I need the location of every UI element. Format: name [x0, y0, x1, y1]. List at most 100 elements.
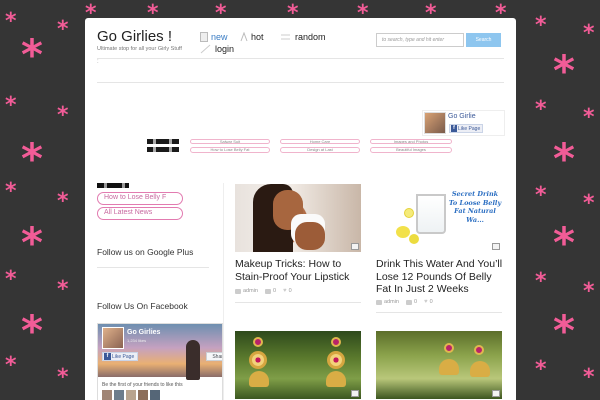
star-pattern: *	[535, 183, 547, 208]
post-thumbnail[interactable]	[376, 331, 502, 399]
star-pattern: *	[535, 97, 547, 122]
tags-strip-icon	[147, 139, 179, 144]
tag-link[interactable]: Home Care	[280, 139, 360, 144]
sidebar-pill-link[interactable]: All Latest News	[97, 207, 183, 220]
nav-random[interactable]: random	[280, 32, 326, 42]
tagline-mark: :	[97, 59, 99, 65]
header-divider-2	[97, 82, 504, 83]
post-title[interactable]: Drink This Water And You’ll Lose 12 Poun…	[376, 258, 506, 296]
nav-hot-label: hot	[251, 32, 264, 42]
facebook-mini-widget[interactable]: Go Girlie Like Page	[422, 110, 505, 136]
fb-page-avatar	[424, 112, 446, 134]
thumbnail-text: Secret Drink To Loose Belly Fat Natural …	[448, 190, 502, 224]
star-pattern: *	[553, 306, 575, 355]
cover-silhouette	[186, 340, 200, 380]
post-thumbnail[interactable]	[235, 184, 361, 252]
nav-login-label: login	[215, 44, 235, 54]
sidebar-strip-icon	[97, 183, 129, 188]
star-pattern: *	[57, 277, 69, 302]
star-pattern: *	[535, 269, 547, 294]
fb-page-avatar	[102, 327, 124, 349]
google-plus-heading: Follow us on Google Plus	[97, 247, 194, 257]
post-comments[interactable]: 0	[414, 299, 417, 305]
fb-friend-faces	[102, 390, 160, 400]
fb-friends-text: Be the first of your friends to like thi…	[102, 382, 183, 388]
header-divider	[97, 58, 504, 59]
star-pattern: *	[21, 134, 43, 183]
heart-icon[interactable]: ♥	[283, 288, 287, 294]
star-pattern: *	[57, 365, 69, 390]
star-pattern: *	[553, 46, 575, 95]
tag-link[interactable]: Salwar Suit	[190, 139, 270, 144]
star-pattern: *	[57, 189, 69, 214]
star-pattern: *	[553, 134, 575, 183]
nav-random-label: random	[295, 32, 326, 42]
star-pattern: *	[21, 30, 43, 79]
main-nav: new hot random login	[200, 31, 350, 72]
comment-icon	[405, 299, 412, 305]
fb-like-page-button[interactable]: Like Page	[102, 352, 138, 361]
new-icon	[200, 32, 208, 42]
nav-new-label: new	[211, 32, 228, 42]
facebook-page-plugin[interactable]: Go Girlies 1,234 likes Like Page Share B…	[97, 323, 223, 400]
random-icon	[280, 32, 292, 42]
fb-like-button[interactable]: Like Page	[449, 124, 483, 133]
post-meta: admin 0 ♥ 0	[376, 299, 433, 305]
star-pattern: *	[5, 93, 17, 118]
post-comments[interactable]: 0	[273, 288, 276, 294]
star-pattern: *	[57, 17, 69, 42]
expand-icon[interactable]	[351, 390, 359, 397]
star-pattern: *	[5, 353, 17, 378]
sidebar-pill-link[interactable]: How to Lose Belly F	[97, 192, 183, 205]
comment-icon	[264, 288, 271, 294]
page-container: Go Girlies ! Ultimate stop for all your …	[85, 18, 516, 400]
post-author[interactable]: admin	[384, 299, 399, 305]
fb-page-name[interactable]: Go Girlie	[448, 113, 476, 120]
post-thumbnail[interactable]: Secret Drink To Loose Belly Fat Natural …	[376, 184, 502, 252]
fb-share-button[interactable]: Share	[206, 352, 222, 361]
nav-new[interactable]: new	[200, 32, 228, 42]
expand-icon[interactable]	[351, 243, 359, 250]
star-pattern: *	[583, 191, 595, 216]
expand-icon[interactable]	[492, 390, 500, 397]
search-button[interactable]: Search	[466, 33, 501, 47]
star-pattern: *	[535, 13, 547, 38]
star-pattern: *	[583, 279, 595, 304]
nav-login[interactable]: login	[200, 44, 234, 54]
star-pattern: *	[5, 9, 17, 34]
star-pattern: *	[583, 365, 595, 390]
star-pattern: *	[5, 179, 17, 204]
tag-link[interactable]: How to Lose Belly Fat	[190, 147, 270, 153]
tag-link[interactable]: Design at Last	[280, 147, 360, 153]
fb-cover-image: Go Girlies 1,234 likes Like Page Share	[98, 324, 222, 380]
sidebar-divider	[97, 267, 209, 268]
column-divider	[223, 183, 224, 400]
user-icon	[376, 299, 382, 305]
nav-hot[interactable]: hot	[240, 31, 264, 42]
tag-link[interactable]: Beautiful Images	[370, 147, 452, 153]
tags-strip-icon-2	[147, 147, 179, 152]
post-title[interactable]: Makeup Tricks: How to Stain-Proof Your L…	[235, 258, 365, 283]
site-title[interactable]: Go Girlies !	[97, 28, 172, 45]
post-author[interactable]: admin	[243, 288, 258, 294]
card-divider	[376, 312, 502, 313]
card-divider	[235, 302, 361, 303]
facebook-heading: Follow Us On Facebook	[97, 301, 188, 311]
tag-link[interactable]: Images and Photos	[370, 139, 452, 144]
fb-page-name[interactable]: Go Girlies	[127, 329, 160, 336]
star-pattern: *	[5, 267, 17, 292]
expand-icon[interactable]	[492, 243, 500, 250]
post-likes: 0	[429, 299, 433, 305]
star-pattern: *	[21, 306, 43, 355]
star-pattern: *	[535, 357, 547, 382]
user-icon	[235, 288, 241, 294]
post-meta: admin 0 ♥ 0	[235, 288, 292, 294]
heart-icon[interactable]: ♥	[424, 299, 428, 305]
star-pattern: *	[57, 103, 69, 128]
star-pattern: *	[583, 105, 595, 130]
star-pattern: *	[21, 218, 43, 267]
search-input[interactable]: to search, type and hit enter	[376, 33, 464, 47]
post-likes: 0	[288, 288, 292, 294]
post-thumbnail[interactable]	[235, 331, 361, 399]
star-pattern: *	[553, 218, 575, 267]
